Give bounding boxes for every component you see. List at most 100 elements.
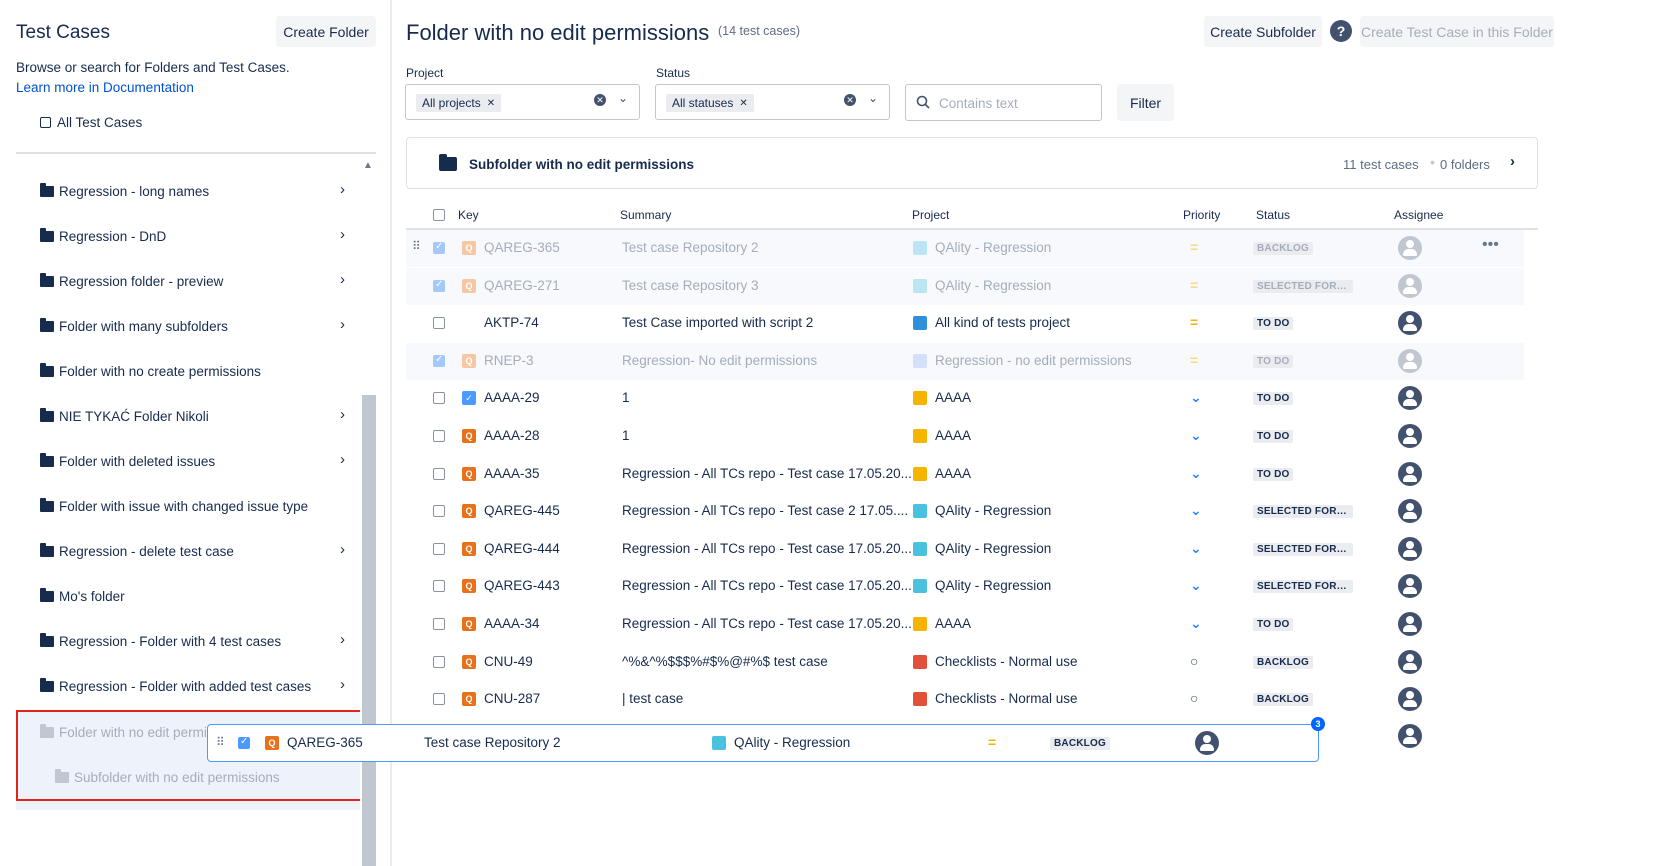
folder-item[interactable]: Regression folder - preview › bbox=[40, 269, 345, 293]
clear-icon[interactable]: ✕ bbox=[594, 94, 606, 106]
test-case-key[interactable]: AAAA-34 bbox=[484, 616, 540, 631]
test-case-key[interactable]: AAAA-28 bbox=[484, 428, 540, 443]
avatar[interactable] bbox=[1398, 311, 1422, 336]
help-icon[interactable]: ? bbox=[1330, 20, 1352, 42]
table-row[interactable]: Q CNU-49 ^%&^%$$$%#$%@#%$ test case Checkli… bbox=[406, 644, 1524, 681]
row-checkbox[interactable] bbox=[433, 693, 445, 706]
table-row[interactable]: Q QAREG-443 Regression - All TCs repo - Te… bbox=[406, 568, 1524, 605]
chevron-right-icon[interactable]: › bbox=[340, 541, 345, 558]
avatar[interactable] bbox=[1398, 724, 1422, 748]
folder-item[interactable]: Regression - Folder with 4 test cases › bbox=[40, 629, 345, 653]
test-case-key[interactable]: QAREG-365 bbox=[484, 240, 560, 255]
avatar[interactable] bbox=[1398, 649, 1422, 674]
folder-item[interactable]: Mo's folder bbox=[40, 584, 345, 608]
table-row[interactable]: Q QAREG-444 Regression - All TCs repo - Te… bbox=[406, 531, 1524, 568]
project-select[interactable]: All projects ✕ ✕ ⌄ bbox=[405, 84, 640, 120]
chevron-right-icon[interactable]: › bbox=[340, 316, 345, 333]
row-checkbox[interactable] bbox=[433, 241, 445, 254]
row-checkbox[interactable] bbox=[433, 279, 445, 292]
avatar[interactable] bbox=[1398, 687, 1422, 712]
table-row[interactable]: Q AAAA-35 Regression - All TCs repo - Test… bbox=[406, 456, 1524, 493]
row-checkbox[interactable] bbox=[433, 580, 445, 593]
avatar[interactable] bbox=[1398, 499, 1422, 524]
test-case-key[interactable]: AAAA-29 bbox=[484, 390, 540, 405]
all-test-cases-item[interactable]: All Test Cases bbox=[40, 115, 142, 130]
avatar[interactable] bbox=[1398, 386, 1422, 411]
avatar[interactable] bbox=[1398, 461, 1422, 486]
folder-item[interactable]: NIE TYKAĆ Folder Nikoli › bbox=[40, 404, 345, 428]
avatar[interactable] bbox=[1398, 536, 1422, 561]
table-row[interactable]: Q AAAA-28 1 AAAA ⌄ TO DO bbox=[406, 418, 1524, 455]
row-checkbox[interactable] bbox=[433, 467, 445, 480]
row-checkbox[interactable] bbox=[433, 618, 445, 630]
chevron-right-icon[interactable]: › bbox=[340, 631, 345, 648]
chevron-right-icon[interactable]: › bbox=[340, 181, 345, 198]
column-header-key[interactable]: Key bbox=[458, 208, 479, 222]
table-row[interactable]: Q QAREG-445 Regression - All TCs repo - Te… bbox=[406, 493, 1524, 530]
folder-item[interactable]: Regression - long names › bbox=[40, 179, 345, 203]
chevron-right-icon[interactable]: › bbox=[1510, 153, 1515, 170]
test-case-key[interactable]: CNU-287 bbox=[484, 691, 540, 706]
table-row[interactable]: ✓ AAAA-29 1 AAAA ⌄ TO DO bbox=[406, 380, 1524, 417]
folder-item[interactable]: Regression - Folder with added test case… bbox=[40, 674, 345, 698]
row-checkbox[interactable] bbox=[433, 317, 445, 330]
create-test-case-button[interactable]: Create Test Case in this Folder bbox=[1360, 16, 1554, 47]
chevron-right-icon[interactable]: › bbox=[340, 271, 345, 288]
table-row[interactable]: ⠿ Q QAREG-365 Test case Repository 2 QAlity … bbox=[406, 230, 1524, 267]
select-all-checkbox[interactable] bbox=[433, 209, 445, 221]
status-select[interactable]: All statuses ✕ ✕ ⌄ bbox=[655, 84, 890, 120]
test-case-key[interactable]: RNEP-3 bbox=[484, 353, 534, 368]
table-row[interactable]: AKTP-74 Test Case imported with script 2 A… bbox=[406, 305, 1524, 342]
chevron-right-icon[interactable]: › bbox=[340, 451, 345, 468]
test-case-key[interactable]: AAAA-35 bbox=[484, 466, 540, 481]
test-case-key[interactable]: QAREG-443 bbox=[484, 578, 560, 593]
row-checkbox[interactable] bbox=[238, 736, 250, 749]
scroll-up-icon[interactable]: ▲ bbox=[362, 160, 374, 176]
table-row[interactable]: Q RNEP-3 Regression- No edit permissions Re… bbox=[406, 342, 1524, 380]
drag-handle-icon[interactable]: ⠿ bbox=[216, 735, 225, 749]
folder-item[interactable]: Folder with many subfolders › bbox=[40, 314, 345, 338]
chevron-right-icon[interactable]: › bbox=[340, 226, 345, 243]
filter-button[interactable]: Filter bbox=[1117, 84, 1174, 121]
avatar[interactable] bbox=[1398, 574, 1422, 599]
scrollbar-thumb[interactable] bbox=[362, 395, 376, 866]
column-header-status[interactable]: Status bbox=[1256, 208, 1290, 222]
folder-item[interactable]: Regression - delete test case › bbox=[40, 539, 345, 563]
folder-item[interactable]: Regression - DnD › bbox=[40, 224, 345, 248]
drag-preview[interactable]: ⠿ Q QAREG-365 Test case Repository 2 QAl… bbox=[207, 724, 1319, 762]
chevron-right-icon[interactable]: › bbox=[340, 406, 345, 423]
chevron-down-icon[interactable]: ⌄ bbox=[618, 91, 628, 105]
folder-item[interactable]: Folder with no create permissions bbox=[40, 359, 345, 383]
column-header-assignee[interactable]: Assignee bbox=[1394, 208, 1443, 222]
folder-item[interactable]: Folder with deleted issues › bbox=[40, 449, 345, 473]
avatar[interactable] bbox=[1398, 348, 1422, 373]
column-header-priority[interactable]: Priority bbox=[1183, 208, 1220, 222]
remove-chip-icon[interactable]: ✕ bbox=[487, 98, 495, 109]
test-case-key[interactable]: QAREG-445 bbox=[484, 503, 560, 518]
table-row[interactable]: Q QAREG-271 Test case Repository 3 QAlity -… bbox=[406, 267, 1524, 305]
remove-chip-icon[interactable]: ✕ bbox=[739, 98, 747, 109]
create-folder-button[interactable]: Create Folder bbox=[276, 16, 376, 47]
column-header-summary[interactable]: Summary bbox=[620, 208, 671, 222]
column-header-project[interactable]: Project bbox=[912, 208, 949, 222]
chevron-right-icon[interactable]: › bbox=[340, 676, 345, 693]
row-checkbox[interactable] bbox=[433, 655, 445, 668]
drag-handle-icon[interactable]: ⠿ bbox=[412, 239, 421, 253]
test-case-key[interactable]: QAREG-444 bbox=[484, 541, 560, 556]
row-checkbox[interactable] bbox=[433, 354, 445, 367]
table-row[interactable]: Q AAAA-34 Regression - All TCs repo - Test… bbox=[406, 606, 1524, 643]
row-checkbox[interactable] bbox=[433, 392, 445, 405]
search-input[interactable]: Contains text bbox=[905, 84, 1102, 121]
clear-icon[interactable]: ✕ bbox=[844, 94, 856, 106]
create-subfolder-button[interactable]: Create Subfolder bbox=[1204, 16, 1322, 47]
avatar[interactable] bbox=[1398, 424, 1422, 448]
avatar[interactable] bbox=[1398, 273, 1422, 298]
avatar[interactable] bbox=[1398, 612, 1422, 636]
row-checkbox[interactable] bbox=[433, 430, 445, 442]
row-checkbox[interactable] bbox=[433, 542, 445, 555]
test-case-key[interactable]: CNU-49 bbox=[484, 654, 533, 669]
avatar[interactable] bbox=[1398, 236, 1422, 260]
test-case-key[interactable]: QAREG-271 bbox=[484, 278, 560, 293]
table-row[interactable]: Q CNU-287 | test case Checklists - Normal u… bbox=[406, 681, 1524, 718]
more-actions-icon[interactable]: ••• bbox=[1482, 236, 1499, 254]
